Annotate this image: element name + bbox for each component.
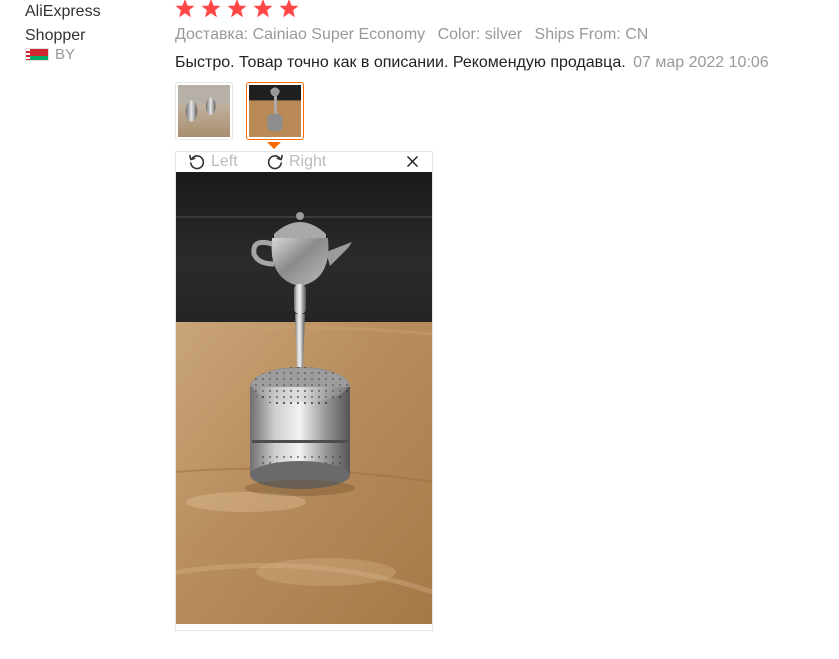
viewer-toolbar: Left Right [176, 152, 432, 172]
rotate-left-icon [189, 154, 205, 170]
review-text-row: Быстро. Товар точно как в описании. Реко… [175, 53, 835, 73]
rotate-right-label: Right [289, 153, 327, 170]
close-icon [406, 155, 418, 167]
reviewer-country: BY [25, 46, 155, 63]
close-viewer-button[interactable] [404, 152, 420, 170]
photo-thumbnail-1[interactable] [175, 82, 233, 140]
reviewer-name: AliExpress Shopper [25, 3, 101, 44]
review-meta: Доставка: Cainiao Super Economy Color: s… [175, 25, 835, 45]
star-icon [279, 0, 299, 17]
ships-from: Ships From: CN [534, 26, 649, 43]
rotate-left-button[interactable]: Left [188, 153, 238, 171]
star-icon [201, 0, 221, 17]
thumbnail-image [249, 85, 301, 137]
photo-thumbnail-2[interactable] [246, 82, 304, 140]
rotate-right-icon [267, 154, 283, 170]
country-code: BY [55, 46, 76, 63]
thumbnail-image [178, 85, 230, 137]
star-icon [227, 0, 247, 17]
rotate-right-button[interactable]: Right [266, 153, 326, 171]
review-photo-large [176, 172, 432, 624]
active-thumbnail-pointer [267, 142, 281, 149]
tea-infuser-photo [176, 172, 432, 624]
shipping-method: Доставка: Cainiao Super Economy [175, 26, 426, 43]
product-color: Color: silver [437, 26, 523, 43]
reviewer-info: AliExpress Shopper BY [25, 0, 155, 63]
rating-stars [175, 0, 835, 18]
belarus-flag-icon [25, 48, 49, 61]
star-icon [253, 0, 273, 17]
review: Доставка: Cainiao Super Economy Color: s… [175, 0, 835, 140]
photo-viewer: Left Right [175, 151, 433, 631]
review-photos [175, 82, 835, 140]
rotate-left-label: Left [211, 153, 238, 170]
review-text: Быстро. Товар точно как в описании. Реко… [175, 54, 626, 71]
star-icon [175, 0, 195, 17]
review-date: 07 мар 2022 10:06 [633, 54, 769, 71]
